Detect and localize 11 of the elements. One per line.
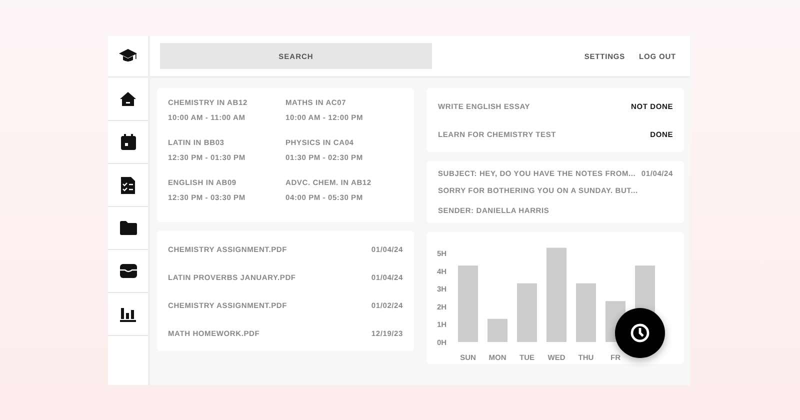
inbox-icon [120, 264, 136, 278]
calendar-icon [120, 134, 136, 150]
clock-icon [630, 323, 650, 343]
folder-icon [120, 221, 136, 235]
chart-bar [576, 283, 596, 342]
chart-bar [517, 283, 537, 342]
graduation-cap-icon [119, 48, 137, 64]
chart-bar [488, 318, 508, 342]
bar-chart-icon [120, 306, 136, 322]
home-icon [120, 91, 136, 107]
checklist-icon [121, 176, 135, 194]
